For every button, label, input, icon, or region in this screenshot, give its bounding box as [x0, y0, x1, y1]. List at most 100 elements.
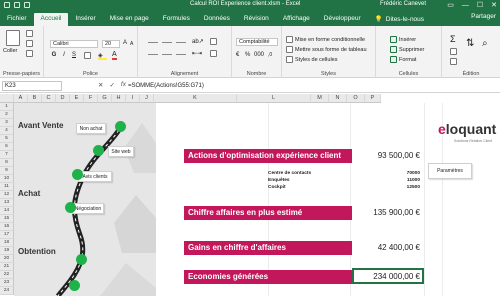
detail-value[interactable]: 11000 [386, 178, 420, 183]
align-middle-icon[interactable] [162, 42, 172, 43]
format-as-table-button[interactable]: Mettre sous forme de tableau [286, 46, 367, 53]
actions-value[interactable]: 93 500,00 € [352, 151, 420, 160]
undo-icon[interactable] [14, 2, 20, 8]
row-header[interactable]: 8 [0, 159, 14, 167]
underline-button[interactable]: S [70, 52, 78, 58]
column-header[interactable]: J [140, 94, 154, 103]
font-color-icon[interactable]: A [112, 51, 117, 60]
tab-revision[interactable]: Révision [237, 13, 276, 26]
percent-icon[interactable]: % [245, 52, 250, 58]
column-header[interactable]: E [70, 94, 84, 103]
maximize-icon[interactable]: ☐ [477, 1, 483, 9]
thousands-icon[interactable]: 000 [254, 52, 264, 58]
row-header[interactable]: 22 [0, 271, 14, 279]
row-header[interactable]: 6 [0, 143, 14, 151]
name-box[interactable]: K23 [2, 81, 62, 91]
enter-icon[interactable]: ✓ [109, 81, 114, 89]
bold-button[interactable]: G [50, 52, 58, 58]
column-header[interactable]: G [98, 94, 112, 103]
row-header[interactable]: 16 [0, 223, 14, 231]
row-header[interactable]: 19 [0, 247, 14, 255]
paste-icon[interactable] [6, 30, 20, 46]
clear-icon[interactable] [450, 58, 457, 65]
align-bottom-icon[interactable] [176, 42, 186, 43]
ribbon-display-icon[interactable]: ▭ [447, 1, 454, 9]
column-header[interactable]: N [329, 94, 347, 103]
align-right-icon[interactable] [176, 54, 186, 55]
row-header[interactable]: 7 [0, 151, 14, 159]
row-header[interactable]: 9 [0, 167, 14, 175]
row-header[interactable]: 24 [0, 287, 14, 295]
redo-icon[interactable] [24, 2, 30, 8]
parametres-button[interactable]: Paramètres [428, 163, 472, 179]
eco-value[interactable]: 234 000,00 € [352, 272, 420, 281]
tab-donnees[interactable]: Données [197, 13, 237, 26]
tab-accueil[interactable]: Accueil [33, 13, 69, 26]
row-header[interactable]: 12 [0, 191, 14, 199]
tab-formules[interactable]: Formules [156, 13, 197, 26]
tab-developpeur[interactable]: Développeur [317, 13, 368, 26]
non-achat-button[interactable]: Non achat [76, 123, 106, 134]
format-painter-icon[interactable] [26, 50, 33, 57]
sum-icon[interactable]: Σ [450, 34, 456, 44]
gains-value[interactable]: 42 400,00 € [352, 243, 420, 252]
copy-icon[interactable] [26, 40, 33, 47]
tab-fichier[interactable]: Fichier [0, 13, 34, 26]
insert-cells-button[interactable]: Insérer [390, 36, 416, 43]
column-header[interactable]: H [112, 94, 126, 103]
align-top-icon[interactable] [148, 42, 158, 43]
row-header[interactable]: 5 [0, 135, 14, 143]
column-header[interactable]: C [42, 94, 56, 103]
wrap-text-icon[interactable] [210, 38, 217, 45]
avis-clients-button[interactable]: Avis clients [78, 171, 112, 182]
grow-font-icon[interactable]: A [123, 40, 127, 46]
cancel-icon[interactable]: ✕ [98, 81, 103, 89]
row-header[interactable]: 14 [0, 207, 14, 215]
format-cells-button[interactable]: Format [390, 56, 416, 63]
tab-inserer[interactable]: Insérer [68, 13, 102, 26]
shrink-font-icon[interactable]: A [130, 41, 133, 47]
cell-styles-button[interactable]: Styles de cellules [286, 56, 338, 63]
cut-icon[interactable] [26, 30, 33, 37]
site-web-button[interactable]: Site web [108, 146, 134, 157]
column-header[interactable]: A [14, 94, 28, 103]
row-header[interactable]: 13 [0, 199, 14, 207]
close-icon[interactable]: ✕ [491, 1, 497, 9]
user-name[interactable]: Frédéric Canevet [380, 1, 426, 7]
merge-cells-icon[interactable] [210, 50, 217, 57]
ca-value[interactable]: 135 900,00 € [352, 208, 420, 217]
tab-affichage[interactable]: Affichage [276, 13, 317, 26]
row-header[interactable]: 23 [0, 279, 14, 287]
align-center-icon[interactable] [162, 54, 172, 55]
font-size-select[interactable]: 20 [102, 40, 120, 48]
paste-label[interactable]: Coller [3, 48, 17, 54]
row-header[interactable]: 3 [0, 119, 14, 127]
row-header[interactable]: 20 [0, 255, 14, 263]
currency-icon[interactable]: € [236, 52, 239, 58]
detail-value[interactable]: 70000 [386, 171, 420, 176]
column-header[interactable]: I [126, 94, 140, 103]
select-all-corner[interactable] [0, 94, 14, 103]
row-header[interactable]: 18 [0, 239, 14, 247]
align-left-icon[interactable] [148, 54, 158, 55]
sort-filter-icon[interactable]: ⇅ [466, 38, 474, 49]
decimal-icon[interactable]: ,0 [268, 52, 272, 58]
formula-input[interactable]: =SOMME(Actions!G55:G71) [128, 81, 204, 91]
delete-cells-button[interactable]: Supprimer [390, 46, 424, 53]
column-header[interactable]: P [365, 94, 381, 103]
row-header[interactable]: 11 [0, 183, 14, 191]
row-header[interactable]: 4 [0, 127, 14, 135]
column-header[interactable]: M [311, 94, 329, 103]
fx-icon[interactable]: fx [121, 81, 126, 89]
tab-mise-en-page[interactable]: Mise en page [103, 13, 156, 26]
row-header[interactable]: 15 [0, 215, 14, 223]
column-header[interactable]: O [347, 94, 365, 103]
column-header[interactable]: L [237, 94, 311, 103]
borders-icon[interactable] [84, 52, 91, 59]
fill-icon[interactable] [450, 48, 457, 55]
column-header[interactable]: B [28, 94, 42, 103]
fill-color-icon[interactable]: ◈ [98, 52, 107, 60]
find-select-icon[interactable]: ⌕ [482, 38, 488, 49]
tell-me-box[interactable]: 💡 Dites-le-nous [368, 13, 431, 26]
row-header[interactable]: 21 [0, 263, 14, 271]
